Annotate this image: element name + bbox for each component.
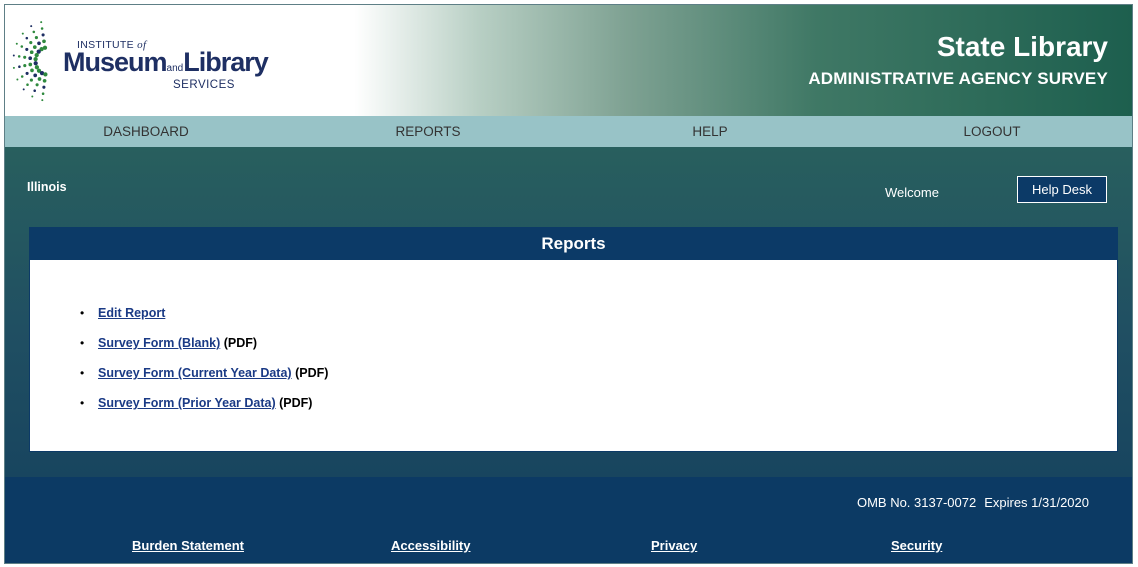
logo-dot [41, 92, 45, 95]
logo-dot [35, 83, 39, 87]
logo-dot [41, 33, 45, 37]
survey-form-prior-year-link[interactable]: Survey Form (Prior Year Data) [98, 396, 276, 410]
bullet: • [80, 366, 85, 380]
site-footer: OMB No. 3137-0072 Expires 1/31/2020 Burde… [5, 477, 1132, 563]
logo-wordmark: INSTITUTE of MuseumandLibrary SERVICES [63, 37, 269, 97]
logo-dot [23, 55, 27, 59]
omb-expires: Expires 1/31/2020 [984, 495, 1089, 510]
logo-dot [37, 77, 42, 81]
bullet: • [80, 306, 85, 320]
logo-dot [40, 27, 44, 30]
pdf-label: (PDF) [279, 396, 313, 410]
logo-dot [25, 36, 29, 40]
nav-dashboard[interactable]: DASHBOARD [5, 116, 287, 147]
bullet: • [80, 396, 85, 410]
list-item: • Survey Form (Prior Year Data) (PDF) [80, 393, 328, 423]
logo-dot [31, 95, 34, 98]
logo-dot [20, 45, 24, 48]
logo-dot [33, 73, 38, 78]
nav-help[interactable]: HELP [569, 116, 851, 147]
logo-dot [15, 42, 18, 45]
reports-heading: Reports [30, 228, 1117, 260]
logo-dot [23, 64, 27, 68]
logo-dot [22, 88, 25, 91]
imls-logo[interactable]: INSTITUTE of MuseumandLibrary SERVICES [11, 19, 269, 105]
logo-dot [32, 45, 37, 49]
logo-dot [12, 66, 15, 69]
omb-notice: OMB No. 3137-0072 Expires 1/31/2020 [849, 495, 1089, 510]
logo-dot [25, 47, 29, 51]
nav-reports[interactable]: REPORTS [287, 116, 569, 147]
logo-dot [28, 56, 33, 61]
report-list: • Edit Report • Survey Form (Blank) (PDF) … [80, 303, 328, 423]
logo-museum-library-text: MuseumandLibrary [63, 47, 269, 77]
logo-dot [21, 32, 24, 35]
site-title: State Library [936, 31, 1108, 62]
logo-dot [33, 56, 38, 62]
logo-dot [40, 21, 43, 24]
logo-dot [32, 30, 36, 34]
logo-dot [43, 72, 48, 77]
list-item: • Edit Report [80, 303, 328, 333]
state-name: Illinois [27, 180, 67, 194]
help-desk-button[interactable]: Help Desk [1017, 176, 1107, 203]
logo-dot [25, 71, 29, 75]
logo-dot [12, 54, 15, 57]
page-frame: INSTITUTE of MuseumandLibrary SERVICES S… [4, 4, 1133, 564]
site-header: INSTITUTE of MuseumandLibrary SERVICES S… [5, 5, 1132, 116]
welcome-text: Welcome [885, 185, 939, 200]
logo-dot [18, 65, 21, 68]
logo-dot [26, 83, 29, 86]
logo-dot [30, 68, 34, 73]
logo-dot [42, 78, 47, 83]
logo-dot [42, 39, 46, 44]
logo-services-text: SERVICES [173, 79, 235, 91]
site-subtitle: ADMINISTRATIVE AGENCY SURVEY [808, 69, 1108, 88]
logo-dot [29, 41, 33, 45]
omb-number: OMB No. 3137-0072 [856, 495, 977, 510]
pdf-label: (PDF) [223, 336, 258, 350]
logo-dot [41, 99, 44, 102]
list-item: • Survey Form (Blank) (PDF) [80, 333, 328, 363]
logo-dot [16, 78, 19, 81]
logo-dot [34, 52, 39, 58]
footer-link-security[interactable]: Security [891, 538, 942, 553]
footer-link-accessibility[interactable]: Accessibility [391, 538, 471, 553]
logo-dot [20, 75, 24, 78]
reports-panel: Reports • Edit Report • Survey Form (Blank… [29, 227, 1118, 452]
logo-dot [33, 89, 36, 92]
main-nav: DASHBOARD REPORTS HELP LOGOUT [5, 116, 1132, 147]
logo-dot [17, 55, 21, 58]
nav-logout[interactable]: LOGOUT [851, 116, 1132, 147]
logo-dot [29, 78, 33, 82]
logo-dot [42, 85, 46, 89]
logo-dot [33, 61, 38, 66]
pdf-label: (PDF) [295, 366, 329, 380]
footer-link-burden-statement[interactable]: Burden Statement [132, 538, 244, 553]
logo-dot [30, 25, 33, 28]
logo-dot [37, 41, 41, 46]
survey-form-current-year-link[interactable]: Survey Form (Current Year Data) [98, 366, 292, 380]
logo-dot [34, 36, 38, 40]
dot-burst-logo-icon [12, 21, 48, 102]
logo-dot [28, 62, 33, 67]
logo-dot [29, 50, 34, 55]
list-item: • Survey Form (Current Year Data) (PDF) [80, 363, 328, 393]
bullet: • [80, 336, 85, 350]
survey-form-blank-link[interactable]: Survey Form (Blank) [98, 336, 220, 350]
edit-report-link[interactable]: Edit Report [98, 306, 165, 320]
footer-link-privacy[interactable]: Privacy [651, 538, 697, 553]
